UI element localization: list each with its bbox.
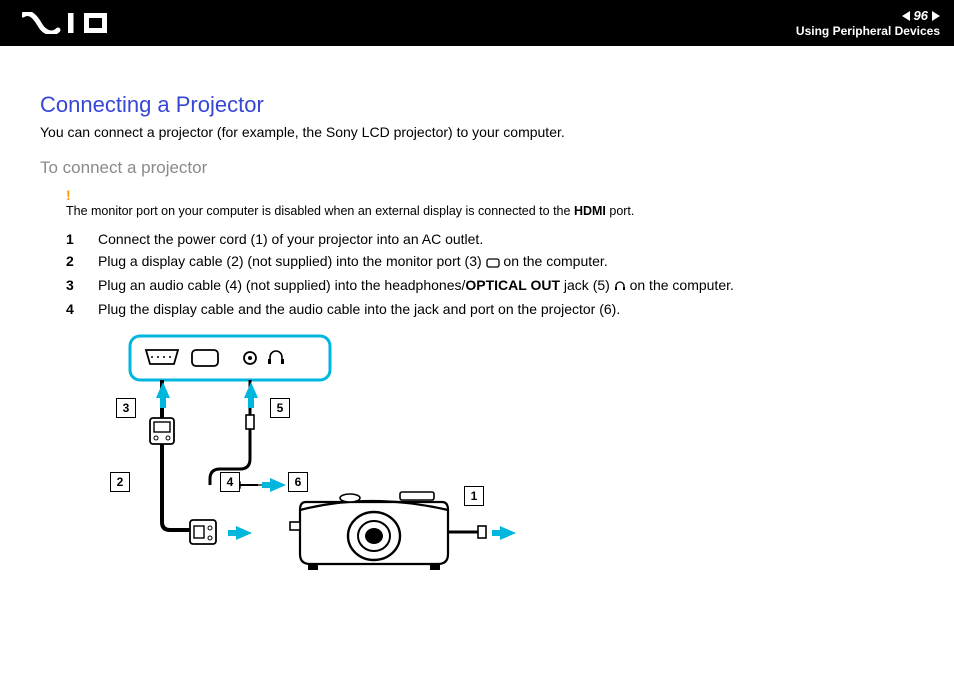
arrow-icon bbox=[500, 526, 516, 540]
callout-4: 4 bbox=[220, 472, 240, 492]
step-2: 2 Plug a display cable (2) (not supplied… bbox=[40, 250, 914, 274]
callout-2: 2 bbox=[110, 472, 130, 492]
step-3: 3 Plug an audio cable (4) (not supplied)… bbox=[40, 274, 914, 298]
section-subtitle: To connect a projector bbox=[40, 158, 914, 178]
section-intro: You can connect a projector (for example… bbox=[40, 124, 914, 140]
next-page-icon[interactable] bbox=[932, 11, 940, 21]
vaio-logo bbox=[22, 12, 128, 34]
step-number: 3 bbox=[66, 277, 84, 295]
monitor-port-icon bbox=[486, 255, 500, 271]
note-text-post: port. bbox=[606, 204, 635, 218]
section-title: Connecting a Projector bbox=[40, 92, 914, 118]
callout-1: 1 bbox=[464, 486, 484, 506]
header-bar: 96 Using Peripheral Devices bbox=[0, 0, 954, 46]
note-text-bold: HDMI bbox=[574, 204, 606, 218]
step-number: 2 bbox=[66, 253, 84, 271]
prev-page-icon[interactable] bbox=[902, 11, 910, 21]
arrow-icon bbox=[236, 526, 252, 540]
note-text-pre: The monitor port on your computer is dis… bbox=[66, 204, 574, 218]
callout-5: 5 bbox=[270, 398, 290, 418]
callout-6: 6 bbox=[288, 472, 308, 492]
arrow-icon bbox=[244, 382, 258, 398]
arrow-icon bbox=[156, 382, 170, 398]
chapter-title: Using Peripheral Devices bbox=[796, 25, 940, 37]
callout-3: 3 bbox=[116, 398, 136, 418]
page-nav: 96 bbox=[902, 9, 940, 22]
step-text: Connect the power cord (1) of your proje… bbox=[98, 231, 483, 247]
step-number: 4 bbox=[66, 301, 84, 317]
warning-icon: ! bbox=[66, 188, 914, 202]
diagram-svg bbox=[100, 332, 540, 602]
warning-note: ! The monitor port on your computer is d… bbox=[66, 188, 914, 220]
step-text: Plug the display cable and the audio cab… bbox=[98, 301, 620, 317]
connection-diagram: 3 5 2 4 6 1 bbox=[100, 332, 540, 602]
step-number: 1 bbox=[66, 231, 84, 247]
page-number: 96 bbox=[914, 9, 928, 22]
step-text: Plug an audio cable (4) (not supplied) i… bbox=[98, 277, 734, 295]
arrow-icon bbox=[270, 478, 286, 492]
headphones-icon bbox=[614, 279, 626, 295]
step-1: 1 Connect the power cord (1) of your pro… bbox=[40, 228, 914, 250]
steps-list: 1 Connect the power cord (1) of your pro… bbox=[40, 228, 914, 320]
step-text: Plug a display cable (2) (not supplied) … bbox=[98, 253, 608, 271]
step-4: 4 Plug the display cable and the audio c… bbox=[40, 298, 914, 320]
